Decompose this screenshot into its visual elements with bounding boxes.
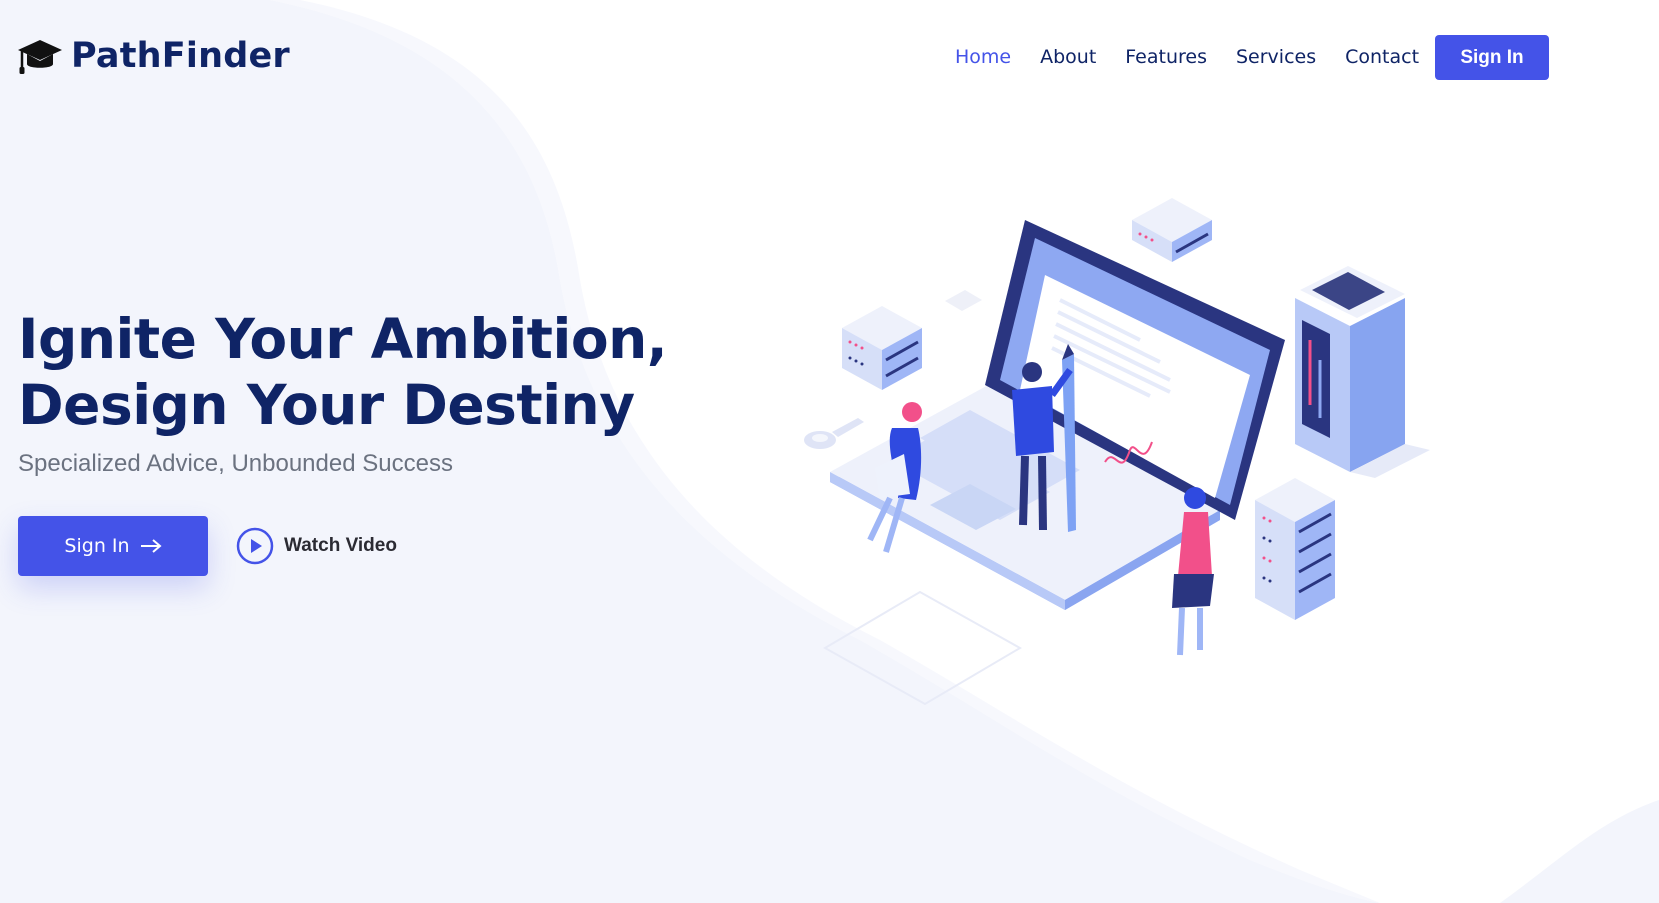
hero-section: Ignite Your Ambition, Design Your Destin… bbox=[18, 306, 668, 478]
main-nav: Home About Features Services Contact bbox=[955, 46, 1448, 68]
floor-tile bbox=[822, 590, 1023, 706]
server-block-top bbox=[1132, 198, 1212, 262]
key-icon bbox=[804, 418, 864, 449]
arrow-right-icon bbox=[140, 539, 162, 553]
brand-logo[interactable]: PathFinder bbox=[17, 36, 290, 76]
server-tower bbox=[1295, 266, 1430, 478]
floor-chip bbox=[945, 290, 982, 311]
nav-link-services[interactable]: Services bbox=[1236, 46, 1316, 68]
hero-title: Ignite Your Ambition, Design Your Destin… bbox=[18, 306, 668, 438]
top-navbar: PathFinder Home About Features Services … bbox=[0, 0, 1659, 115]
server-stack-left bbox=[842, 306, 922, 390]
laptop bbox=[830, 220, 1285, 610]
nav-link-features[interactable]: Features bbox=[1125, 46, 1207, 68]
play-circle-icon bbox=[236, 527, 274, 565]
woman-sitting-figure bbox=[867, 402, 922, 553]
hero-signin-label: Sign In bbox=[64, 535, 130, 557]
graduation-cap-icon bbox=[18, 40, 62, 74]
watch-video-button[interactable]: Watch Video bbox=[236, 527, 397, 565]
hero-signin-button[interactable]: Sign In bbox=[18, 516, 208, 576]
nav-link-home[interactable]: Home bbox=[955, 46, 1011, 68]
hero-subtitle: Specialized Advice, Unbounded Success bbox=[18, 450, 453, 477]
brand-name: PathFinder bbox=[71, 36, 290, 76]
hero-title-line-2: Design Your Destiny bbox=[18, 373, 635, 437]
nav-signin-button[interactable]: Sign In bbox=[1435, 35, 1549, 80]
server-stack-right bbox=[1255, 478, 1335, 620]
nav-link-about[interactable]: About bbox=[1040, 46, 1096, 68]
hero-title-line-1: Ignite Your Ambition, bbox=[18, 307, 668, 371]
hero-cta-row: Sign In Watch Video bbox=[18, 516, 397, 576]
hero-illustration bbox=[804, 198, 1430, 706]
nav-link-contact[interactable]: Contact bbox=[1345, 46, 1419, 68]
watch-video-label: Watch Video bbox=[284, 535, 397, 556]
